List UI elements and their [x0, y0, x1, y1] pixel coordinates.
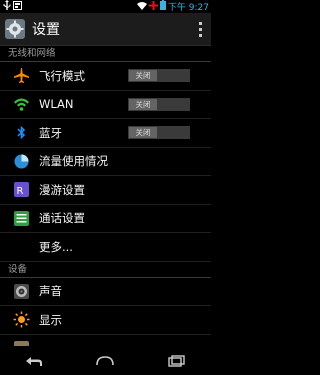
- toggle-label: 关闭: [129, 98, 157, 110]
- settings-list[interactable]: 无线和网络 飞行模式 关闭 WLAN 关闭 蓝牙 关闭 流量使用情况 R 漫游设…: [0, 46, 211, 346]
- toggle-label: 关闭: [129, 70, 157, 82]
- settings-item-airplane[interactable]: 飞行模式 关闭: [0, 62, 211, 91]
- recents-icon[interactable]: [165, 353, 187, 369]
- settings-item-label: 流量使用情况: [39, 154, 108, 169]
- settings-item-roaming[interactable]: R 漫游设置: [0, 176, 211, 205]
- bluetooth-toggle[interactable]: 关闭: [128, 126, 190, 140]
- clock: 下午 9:27: [167, 3, 209, 13]
- data-usage-icon: [13, 153, 30, 170]
- status-bar: 下午 9:27: [0, 0, 211, 13]
- section-header-wireless: 无线和网络: [0, 46, 211, 62]
- page-title: 设置: [32, 22, 60, 38]
- notification-icon: [13, 0, 22, 13]
- home-icon[interactable]: [94, 353, 116, 369]
- battery-icon: [159, 0, 166, 13]
- section-header-device: 设备: [0, 262, 211, 278]
- bluetooth-icon: [13, 124, 30, 141]
- settings-item-label: 更多...: [39, 239, 73, 254]
- wifi-icon: [136, 1, 147, 13]
- navigation-bar: [0, 346, 211, 375]
- wifi-icon: [13, 96, 30, 113]
- settings-item-label: WLAN: [39, 97, 74, 112]
- settings-item-display[interactable]: 显示: [0, 306, 211, 335]
- airplane-icon: [13, 67, 30, 84]
- settings-item-label: 蓝牙: [39, 125, 62, 140]
- back-icon[interactable]: [24, 353, 46, 369]
- roaming-icon: R: [13, 181, 30, 198]
- overflow-menu-icon[interactable]: [193, 17, 207, 41]
- settings-item-label: 声音: [39, 284, 62, 299]
- settings-item-label: 显示: [39, 312, 62, 327]
- svg-text:R: R: [17, 186, 24, 197]
- settings-app-icon[interactable]: [4, 18, 26, 40]
- display-icon: [13, 311, 30, 328]
- toggle-label: 关闭: [129, 127, 157, 139]
- action-bar: 设置: [0, 13, 211, 46]
- settings-item-label: 飞行模式: [39, 68, 85, 83]
- settings-item-bluetooth[interactable]: 蓝牙 关闭: [0, 119, 211, 148]
- wlan-toggle[interactable]: 关闭: [128, 97, 190, 111]
- sound-icon: [13, 283, 30, 300]
- usb-icon: [3, 0, 11, 13]
- no-sim-icon: [148, 0, 158, 13]
- settings-item-more[interactable]: 更多...: [0, 233, 211, 262]
- settings-item-data-usage[interactable]: 流量使用情况: [0, 148, 211, 176]
- settings-item-sound[interactable]: 声音: [0, 278, 211, 306]
- settings-item-wlan[interactable]: WLAN 关闭: [0, 91, 211, 119]
- settings-item-call-settings[interactable]: 通话设置: [0, 205, 211, 233]
- settings-item-label: 通话设置: [39, 211, 85, 226]
- settings-item-label: 漫游设置: [39, 182, 85, 197]
- call-settings-icon: [13, 210, 30, 227]
- airplane-toggle[interactable]: 关闭: [128, 69, 190, 83]
- settings-item-partial[interactable]: [0, 335, 211, 346]
